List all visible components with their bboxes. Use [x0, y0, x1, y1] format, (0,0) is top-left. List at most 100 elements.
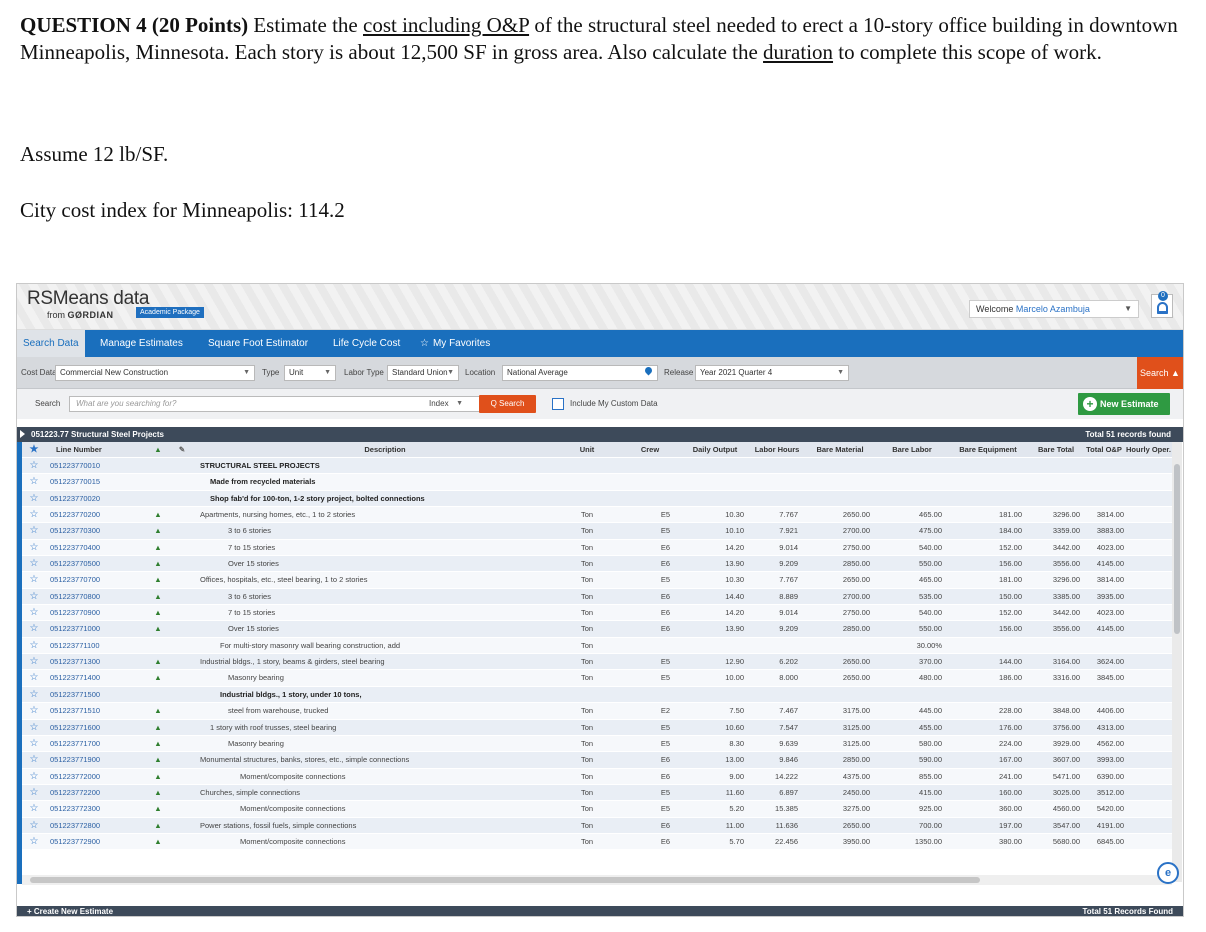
line-number-cell[interactable]: 051223770900	[50, 605, 140, 620]
table-row[interactable]: ☆ 051223772900 ▲ Moment/composite connectio…	[22, 833, 1172, 851]
line-number-cell[interactable]: 051223770015	[50, 474, 140, 489]
table-row[interactable]: ☆ 051223770500 ▲ Over 15 stories Ton E6 13.90 9…	[22, 556, 1172, 573]
favorite-star-icon[interactable]: ☆	[26, 801, 42, 816]
table-row[interactable]: ☆ 051223770700 ▲ Offices, hospitals, etc., …	[22, 572, 1172, 589]
tab-square-foot-estimator[interactable]: Square Foot Estimator	[202, 330, 314, 357]
line-number-cell[interactable]: 051223771700	[50, 736, 140, 751]
line-number-cell[interactable]: 051223772300	[50, 801, 140, 816]
new-estimate-button[interactable]: + New Estimate	[1078, 393, 1170, 415]
line-number-cell[interactable]: 051223770400	[50, 540, 140, 555]
col-hourly-oper-cost[interactable]: Hourly Oper. Co	[1126, 442, 1172, 457]
favorite-star-icon[interactable]: ☆	[26, 670, 42, 685]
table-row[interactable]: ☆ 051223772300 ▲ Moment/composite connectio…	[22, 801, 1172, 818]
col-crew[interactable]: Crew	[620, 442, 680, 457]
line-number-cell[interactable]: 051223771500	[50, 687, 140, 702]
favorite-star-icon[interactable]: ☆	[26, 785, 42, 800]
rsmeans-logo[interactable]: RSMeans data	[27, 288, 149, 310]
type-select[interactable]: Unit ▼	[284, 365, 336, 381]
col-bare-labor[interactable]: Bare Labor	[876, 442, 948, 457]
user-menu[interactable]: Welcome Marcelo Azambuja ▼	[969, 300, 1139, 318]
release-select[interactable]: Year 2021 Quarter 4 ▼	[695, 365, 849, 381]
table-row[interactable]: ☆ 051223770010 STRUCTURAL STEEL PROJECTS	[22, 458, 1172, 475]
favorite-star-icon[interactable]: ☆	[26, 491, 42, 506]
line-number-cell[interactable]: 051223771300	[50, 654, 140, 669]
table-row[interactable]: ☆ 051223770800 ▲ 3 to 6 stories Ton E6 14.40 8.…	[22, 588, 1172, 606]
results-group-header[interactable]: 051223.77 Structural Steel Projects Tota…	[17, 427, 1183, 442]
favorite-star-icon[interactable]: ☆	[26, 540, 42, 555]
favorite-star-icon[interactable]: ☆	[26, 458, 42, 473]
line-number-cell[interactable]: 051223771900	[50, 752, 140, 767]
horizontal-scrollbar[interactable]	[22, 875, 1172, 885]
favorite-star-icon[interactable]: ☆	[26, 556, 42, 571]
favorite-star-icon[interactable]: ☆	[26, 589, 42, 604]
table-row[interactable]: ☆ 051223770400 ▲ 7 to 15 stories Ton E6 14.20 9…	[22, 539, 1172, 557]
favorite-star-icon[interactable]: ☆	[26, 523, 42, 538]
table-row[interactable]: ☆ 051223770020 Shop fab'd for 100-ton, 1-2…	[22, 490, 1172, 508]
table-row[interactable]: ☆ 051223772000 ▲ Moment/composite connectio…	[22, 768, 1172, 785]
line-number-cell[interactable]: 051223772000	[50, 769, 140, 784]
table-row[interactable]: ☆ 051223771000 ▲ Over 15 stories Ton E6 13.90 9…	[22, 621, 1172, 638]
labor-type-select[interactable]: Standard Union ▼	[387, 365, 459, 381]
favorite-star-icon[interactable]: ☆	[26, 769, 42, 784]
favorite-star-icon[interactable]: ☆	[26, 507, 42, 522]
table-row[interactable]: ☆ 051223772200 ▲ Churches, simple connectio…	[22, 784, 1172, 802]
table-row[interactable]: ☆ 051223771510 ▲ steel from warehouse, truc…	[22, 703, 1172, 720]
tab-manage-estimates[interactable]: Manage Estimates	[94, 330, 189, 357]
table-row[interactable]: ☆ 051223770015 Made from recycled material…	[22, 474, 1172, 491]
col-unit[interactable]: Unit	[572, 442, 602, 457]
line-number-cell[interactable]: 051223770500	[50, 556, 140, 571]
star-icon[interactable]: ★	[26, 442, 42, 457]
favorite-star-icon[interactable]: ☆	[26, 572, 42, 587]
table-row[interactable]: ☆ 051223771700 ▲ Masonry bearing Ton E5 8.30 9.…	[22, 735, 1172, 753]
search-button[interactable]: Q Search	[479, 395, 536, 413]
favorite-star-icon[interactable]: ☆	[26, 621, 42, 636]
line-number-cell[interactable]: 051223770200	[50, 507, 140, 522]
col-bare-equipment[interactable]: Bare Equipment	[948, 442, 1028, 457]
line-number-cell[interactable]: 051223770300	[50, 523, 140, 538]
index-select[interactable]: Index ▼	[427, 396, 463, 412]
table-row[interactable]: ☆ 051223770900 ▲ 7 to 15 stories Ton E6 14.20 9…	[22, 605, 1172, 622]
col-bare-total[interactable]: Bare Total	[1028, 442, 1084, 457]
line-number-cell[interactable]: 051223772900	[50, 834, 140, 849]
horizontal-scroll-thumb[interactable]	[30, 877, 980, 883]
table-row[interactable]: ☆ 051223772800 ▲ Power stations, fossil fue…	[22, 817, 1172, 834]
col-description[interactable]: Description	[200, 442, 570, 457]
line-number-cell[interactable]: 051223770010	[50, 458, 140, 473]
favorite-star-icon[interactable]: ☆	[26, 605, 42, 620]
favorite-star-icon[interactable]: ☆	[26, 687, 42, 702]
favorite-star-icon[interactable]: ☆	[26, 818, 42, 833]
table-row[interactable]: ☆ 051223771600 ▲ 1 story with roof trusses,…	[22, 719, 1172, 736]
tab-life-cycle-cost[interactable]: Life Cycle Cost	[327, 330, 406, 357]
line-number-cell[interactable]: 051223772200	[50, 785, 140, 800]
line-number-cell[interactable]: 051223771400	[50, 670, 140, 685]
line-number-cell[interactable]: 051223771000	[50, 621, 140, 636]
search-input[interactable]: What are you searching for?	[69, 396, 481, 412]
favorite-star-icon[interactable]: ☆	[26, 720, 42, 735]
custom-data-checkbox[interactable]	[552, 398, 564, 410]
search-toggle-button[interactable]: Search ▲	[1137, 357, 1183, 389]
line-number-cell[interactable]: 051223770700	[50, 572, 140, 587]
tab-my-favorites[interactable]: ☆ My Favorites	[414, 330, 496, 357]
location-select[interactable]: National Average	[502, 365, 658, 381]
line-number-cell[interactable]: 051223771600	[50, 720, 140, 735]
tab-search-data[interactable]: Search Data	[17, 330, 85, 357]
table-row[interactable]: ☆ 051223771500 Industrial bldgs., 1 story,…	[22, 686, 1172, 704]
notification-bell[interactable]: 0	[1151, 291, 1173, 318]
col-line-number[interactable]: Line Number	[50, 442, 140, 457]
line-number-cell[interactable]: 051223772800	[50, 818, 140, 833]
col-daily-output[interactable]: Daily Output	[680, 442, 750, 457]
vertical-scroll-thumb[interactable]	[1174, 464, 1180, 634]
table-row[interactable]: ☆ 051223770300 ▲ 3 to 6 stories Ton E5 10.10 7.…	[22, 523, 1172, 540]
table-row[interactable]: ☆ 051223771900 ▲ Monumental structures, ban…	[22, 752, 1172, 769]
vertical-scrollbar[interactable]	[1172, 442, 1182, 882]
line-number-cell[interactable]: 051223770020	[50, 491, 140, 506]
col-bare-material[interactable]: Bare Material	[804, 442, 876, 457]
favorite-star-icon[interactable]: ☆	[26, 752, 42, 767]
favorite-star-icon[interactable]: ☆	[26, 638, 42, 653]
table-row[interactable]: ☆ 051223771100 For multi-story masonry wal…	[22, 637, 1172, 655]
favorite-star-icon[interactable]: ☆	[26, 736, 42, 751]
cost-data-select[interactable]: Commercial New Construction ▼	[55, 365, 255, 381]
col-labor-hours[interactable]: Labor Hours	[750, 442, 804, 457]
favorite-star-icon[interactable]: ☆	[26, 654, 42, 669]
line-number-cell[interactable]: 051223771510	[50, 703, 140, 718]
